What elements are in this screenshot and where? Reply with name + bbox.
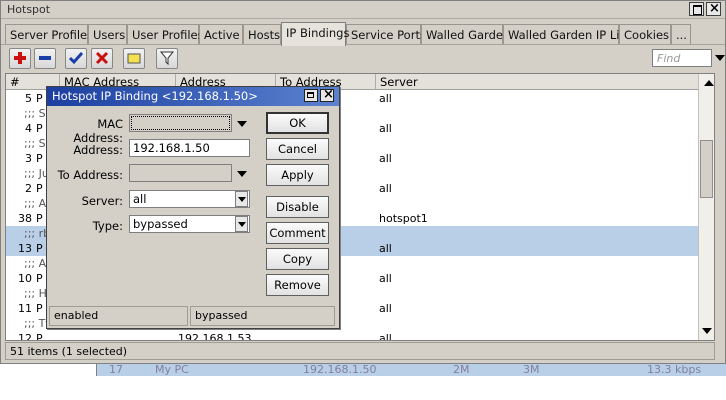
comment-button[interactable] bbox=[123, 48, 145, 69]
bg-row-address: 192.168.1.50 bbox=[303, 364, 377, 376]
mac-address-field[interactable] bbox=[129, 114, 232, 132]
dialog-status-enabled: enabled bbox=[49, 306, 188, 326]
row-server: all bbox=[379, 152, 392, 165]
remove-button-dialog[interactable]: Remove bbox=[266, 274, 329, 296]
row-server: all bbox=[379, 302, 392, 315]
tab-hosts[interactable]: Hosts bbox=[243, 24, 281, 45]
row-number: 11 bbox=[18, 302, 32, 315]
row-number: 10 bbox=[18, 272, 32, 285]
copy-button[interactable]: Copy bbox=[266, 248, 329, 270]
row-server: all bbox=[379, 182, 392, 195]
tab-user-profiles[interactable]: User Profiles bbox=[127, 24, 204, 45]
disable-button[interactable] bbox=[91, 48, 113, 69]
ip-binding-dialog: Hotspot IP Binding <192.168.1.50> × MAC … bbox=[46, 86, 340, 329]
tab-cookies[interactable]: Cookies bbox=[619, 24, 671, 45]
tab-active[interactable]: Active bbox=[199, 24, 243, 45]
add-button[interactable] bbox=[9, 48, 31, 69]
address-label: Address: bbox=[73, 143, 123, 157]
bg-row-num: 17 bbox=[109, 364, 123, 376]
find-dropdown-icon[interactable] bbox=[715, 53, 725, 63]
dialog-titlebar[interactable]: Hotspot IP Binding <192.168.1.50> bbox=[47, 87, 339, 106]
to-address-label: To Address: bbox=[57, 168, 123, 182]
x-icon bbox=[95, 51, 109, 65]
check-icon bbox=[69, 52, 83, 65]
tab-service-ports[interactable]: Service Ports bbox=[346, 24, 426, 45]
row-flag: P bbox=[36, 122, 43, 135]
tab-walled-garden[interactable]: Walled Garden bbox=[421, 24, 510, 45]
disable-button-dialog[interactable]: Disable bbox=[266, 196, 329, 218]
row-server: all bbox=[379, 332, 392, 341]
filter-icon bbox=[160, 51, 174, 65]
row-flag: P bbox=[36, 332, 43, 341]
mac-address-dropdown-icon[interactable] bbox=[237, 119, 249, 129]
scroll-thumb[interactable] bbox=[700, 140, 713, 198]
row-number: 3 bbox=[25, 152, 32, 165]
bg-row-c2: 3M bbox=[523, 364, 540, 376]
minus-icon bbox=[39, 56, 51, 60]
tab-users[interactable]: Users bbox=[88, 24, 127, 45]
row-flag: P bbox=[36, 212, 43, 225]
mac-address-label: MAC Address: bbox=[73, 117, 123, 145]
bg-row-c1: 2M bbox=[453, 364, 470, 376]
to-address-field[interactable] bbox=[129, 164, 232, 182]
status-bar: 51 items (1 selected) bbox=[5, 342, 715, 360]
type-dropdown-icon[interactable] bbox=[235, 216, 248, 232]
maximize-icon[interactable] bbox=[689, 2, 704, 16]
row-address: 192.168.1.53 bbox=[178, 332, 252, 341]
row-flag: P bbox=[36, 152, 43, 165]
window-title: Hotspot bbox=[7, 3, 51, 16]
row-number: 4 bbox=[25, 122, 32, 135]
table-scrollbar[interactable] bbox=[698, 74, 714, 340]
type-select[interactable]: bypassed bbox=[129, 215, 250, 233]
enable-button[interactable] bbox=[65, 48, 87, 69]
row-number: 38 bbox=[18, 212, 32, 225]
dialog-title: Hotspot IP Binding <192.168.1.50> bbox=[52, 89, 258, 103]
apply-button[interactable]: Apply bbox=[266, 164, 329, 186]
cancel-button[interactable]: Cancel bbox=[266, 138, 329, 160]
tab-more[interactable]: ... bbox=[671, 24, 691, 45]
background-window-row: 17 My PC 192.168.1.50 2M 3M 13.3 kbps bbox=[96, 364, 726, 376]
server-dropdown-icon[interactable] bbox=[235, 191, 248, 207]
to-address-dropdown-icon[interactable] bbox=[237, 169, 249, 179]
row-server: all bbox=[379, 242, 392, 255]
row-server: all bbox=[379, 272, 392, 285]
table-row[interactable]: 12 P 192.168.1.53 all bbox=[6, 331, 698, 341]
tab-walled-garden-ip-list[interactable]: Walled Garden IP List bbox=[503, 24, 630, 45]
window-titlebar[interactable]: Hotspot × bbox=[1, 1, 725, 19]
remove-button[interactable] bbox=[34, 48, 56, 69]
bg-row-rate: 13.3 kbps bbox=[647, 364, 702, 376]
row-number: 2 bbox=[25, 182, 32, 195]
dialog-status-type: bypassed bbox=[190, 306, 335, 326]
tab-server-profiles[interactable]: Server Profiles bbox=[5, 24, 93, 45]
dialog-maximize-icon[interactable] bbox=[304, 89, 318, 102]
plus-icon bbox=[14, 52, 26, 64]
address-field[interactable]: 192.168.1.50 bbox=[129, 139, 250, 157]
row-number: 12 bbox=[18, 332, 32, 341]
tab-bar: Server Profiles Users User Profiles Acti… bbox=[5, 22, 725, 46]
row-server: all bbox=[379, 92, 392, 105]
row-flag: P bbox=[36, 242, 43, 255]
server-label: Server: bbox=[81, 194, 123, 208]
ok-button[interactable]: OK bbox=[266, 112, 329, 134]
tab-divider bbox=[1, 44, 725, 45]
note-icon bbox=[127, 53, 141, 64]
row-server: hotspot1 bbox=[379, 212, 428, 225]
row-number: 13 bbox=[18, 242, 32, 255]
row-flag: P bbox=[36, 302, 43, 315]
server-select[interactable]: all bbox=[129, 190, 250, 208]
close-icon[interactable]: × bbox=[706, 1, 721, 16]
find-input[interactable]: Find bbox=[652, 49, 712, 67]
filter-button[interactable] bbox=[156, 48, 178, 69]
row-server: all bbox=[379, 122, 392, 135]
comment-button-dialog[interactable]: Comment bbox=[266, 222, 329, 244]
bg-row-name: My PC bbox=[155, 364, 189, 376]
row-number: 5 bbox=[25, 92, 32, 105]
col-server[interactable]: Server bbox=[376, 74, 698, 90]
dialog-close-icon[interactable]: × bbox=[320, 87, 334, 102]
tab-ip-bindings[interactable]: IP Bindings bbox=[281, 22, 349, 46]
row-flag: P bbox=[36, 92, 43, 105]
row-flag: P bbox=[36, 272, 43, 285]
row-flag: P bbox=[36, 182, 43, 195]
type-label: Type: bbox=[92, 219, 123, 233]
